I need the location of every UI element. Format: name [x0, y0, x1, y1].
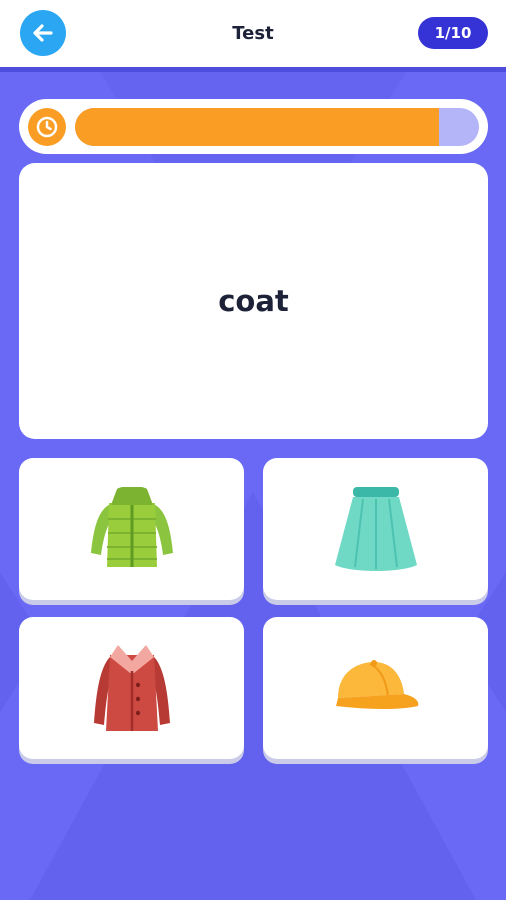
answer-option-2[interactable] — [263, 458, 488, 600]
back-button[interactable] — [20, 10, 66, 56]
answer-option-1[interactable] — [19, 458, 244, 600]
arrow-left-icon — [33, 24, 53, 42]
timer-fill — [75, 108, 439, 146]
clock-icon — [28, 108, 66, 146]
question-card: coat — [19, 163, 488, 439]
answer-option-3[interactable] — [19, 617, 244, 759]
question-word: coat — [218, 284, 289, 318]
timer-track — [75, 108, 479, 146]
answer-option-4[interactable] — [263, 617, 488, 759]
question-progress-badge: 1/10 — [418, 17, 488, 49]
red-coat-icon — [93, 645, 170, 731]
yellow-cap-icon — [335, 660, 418, 709]
header-bar: Test 1/10 — [0, 0, 506, 67]
header-divider — [0, 67, 506, 72]
teal-skirt-icon — [334, 487, 417, 571]
green-puffer-jacket-icon — [90, 487, 173, 567]
